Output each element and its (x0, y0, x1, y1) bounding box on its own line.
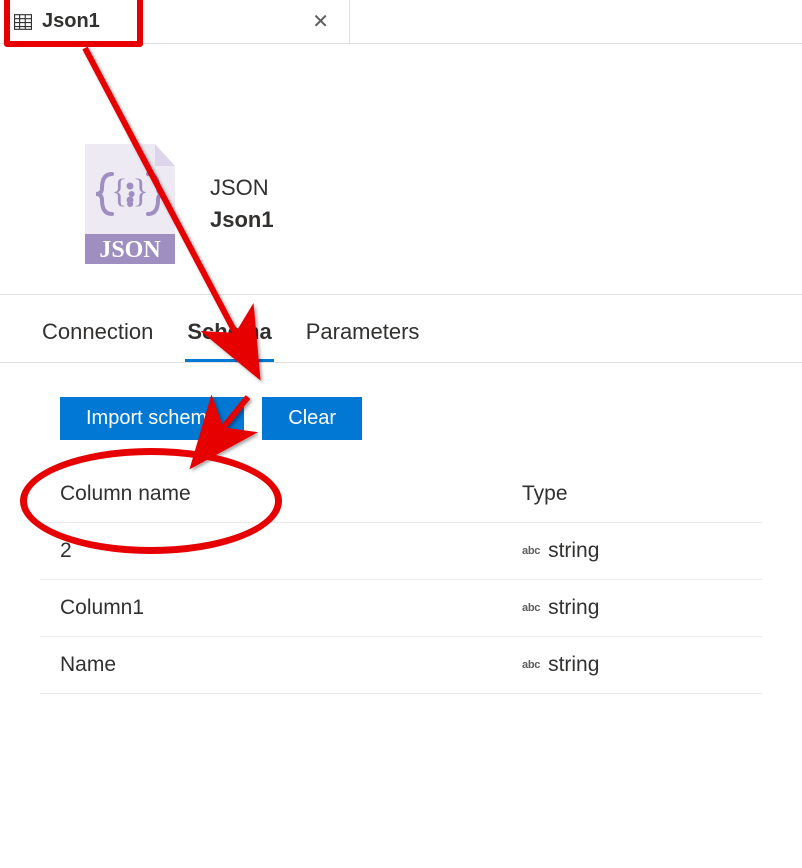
annotation-arrow-2 (0, 0, 802, 868)
